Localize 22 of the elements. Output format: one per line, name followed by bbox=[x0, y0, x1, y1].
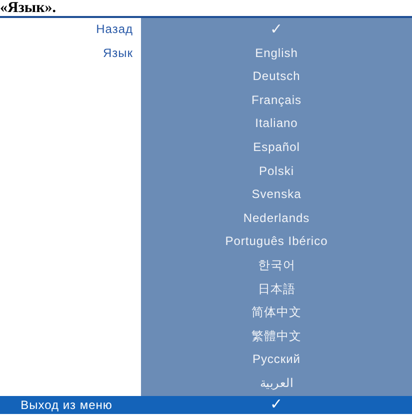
language-option: 简体中文 bbox=[252, 305, 302, 320]
language-option: Русский bbox=[252, 352, 301, 366]
menu-row-highlight[interactable]: Выход из меню ✓ bbox=[0, 396, 412, 414]
checkmark-icon: ✓ bbox=[270, 396, 284, 412]
language-option: Español bbox=[253, 140, 300, 154]
language-option: Português Ibérico bbox=[225, 234, 328, 248]
language-option: Polski bbox=[258, 164, 294, 178]
language-option: العربية bbox=[260, 376, 293, 390]
caption-text: «Язык». bbox=[0, 0, 56, 16]
menu-label: Выход из меню bbox=[20, 398, 112, 412]
menu-label: Назад bbox=[96, 22, 133, 36]
language-option: 日本語 bbox=[258, 282, 296, 296]
language-option: Nederlands bbox=[243, 210, 310, 225]
checkmark-icon: ✓ bbox=[270, 21, 284, 38]
language-option: 繁體中文 bbox=[252, 328, 302, 343]
language-option: 한국어 bbox=[258, 258, 296, 272]
language-option: Français bbox=[251, 92, 302, 107]
language-option: Svenska bbox=[252, 187, 302, 202]
menu-label: Язык bbox=[102, 46, 133, 60]
language-option: English bbox=[255, 46, 298, 60]
language-option: Deutsch bbox=[252, 69, 300, 84]
language-option: Italiano bbox=[255, 116, 298, 130]
